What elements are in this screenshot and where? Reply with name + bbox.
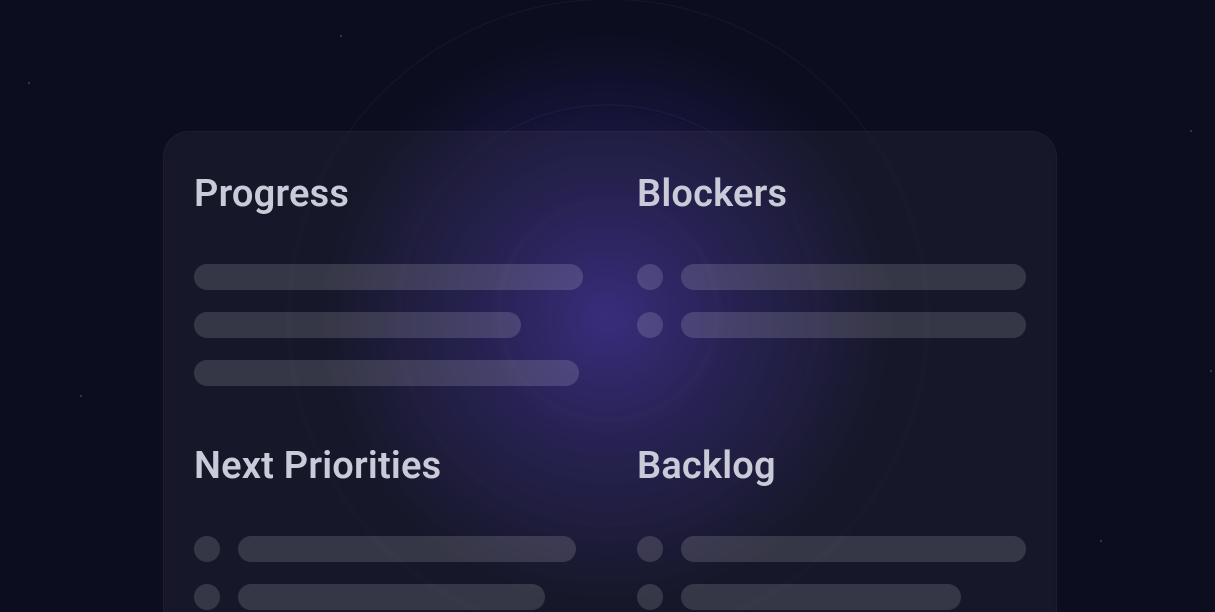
bullet-icon: [194, 536, 220, 562]
section-body-next-priorities: [194, 536, 583, 610]
list-item: [637, 536, 1026, 562]
decorative-dot: [340, 35, 342, 37]
placeholder-line: [681, 264, 1026, 290]
decorative-dot: [80, 395, 82, 397]
stage: Progress Blockers Next Priorities Backlo…: [0, 0, 1215, 612]
bullet-icon: [637, 584, 663, 610]
section-blockers: Blockers: [637, 172, 1026, 386]
status-grid: Progress Blockers Next Priorities Backlo…: [194, 172, 1026, 610]
section-body-backlog: [637, 536, 1026, 610]
decorative-dot: [28, 82, 30, 84]
placeholder-line: [681, 536, 1026, 562]
section-backlog: Backlog: [637, 444, 1026, 610]
bullet-icon: [637, 264, 663, 290]
placeholder-line: [194, 264, 583, 290]
decorative-dot: [1100, 540, 1102, 542]
section-next-priorities: Next Priorities: [194, 444, 583, 610]
section-body-blockers: [637, 264, 1026, 338]
decorative-dot: [1190, 130, 1192, 132]
decorative-dot: [1210, 370, 1212, 372]
bullet-icon: [637, 312, 663, 338]
section-title-next-priorities: Next Priorities: [194, 444, 583, 488]
list-item: [637, 264, 1026, 290]
section-progress: Progress: [194, 172, 583, 386]
section-title-blockers: Blockers: [637, 172, 1026, 216]
bullet-icon: [194, 584, 220, 610]
section-title-backlog: Backlog: [637, 444, 1026, 488]
bullet-icon: [637, 536, 663, 562]
list-item: [194, 536, 583, 562]
status-card: Progress Blockers Next Priorities Backlo…: [163, 131, 1057, 612]
placeholder-line: [681, 312, 1026, 338]
placeholder-line: [194, 312, 521, 338]
placeholder-line: [238, 536, 576, 562]
placeholder-line: [194, 360, 579, 386]
section-title-progress: Progress: [194, 172, 583, 216]
list-item: [637, 584, 1026, 610]
list-item: [194, 584, 583, 610]
section-body-progress: [194, 264, 583, 386]
list-item: [637, 312, 1026, 338]
placeholder-line: [238, 584, 545, 610]
placeholder-line: [681, 584, 961, 610]
